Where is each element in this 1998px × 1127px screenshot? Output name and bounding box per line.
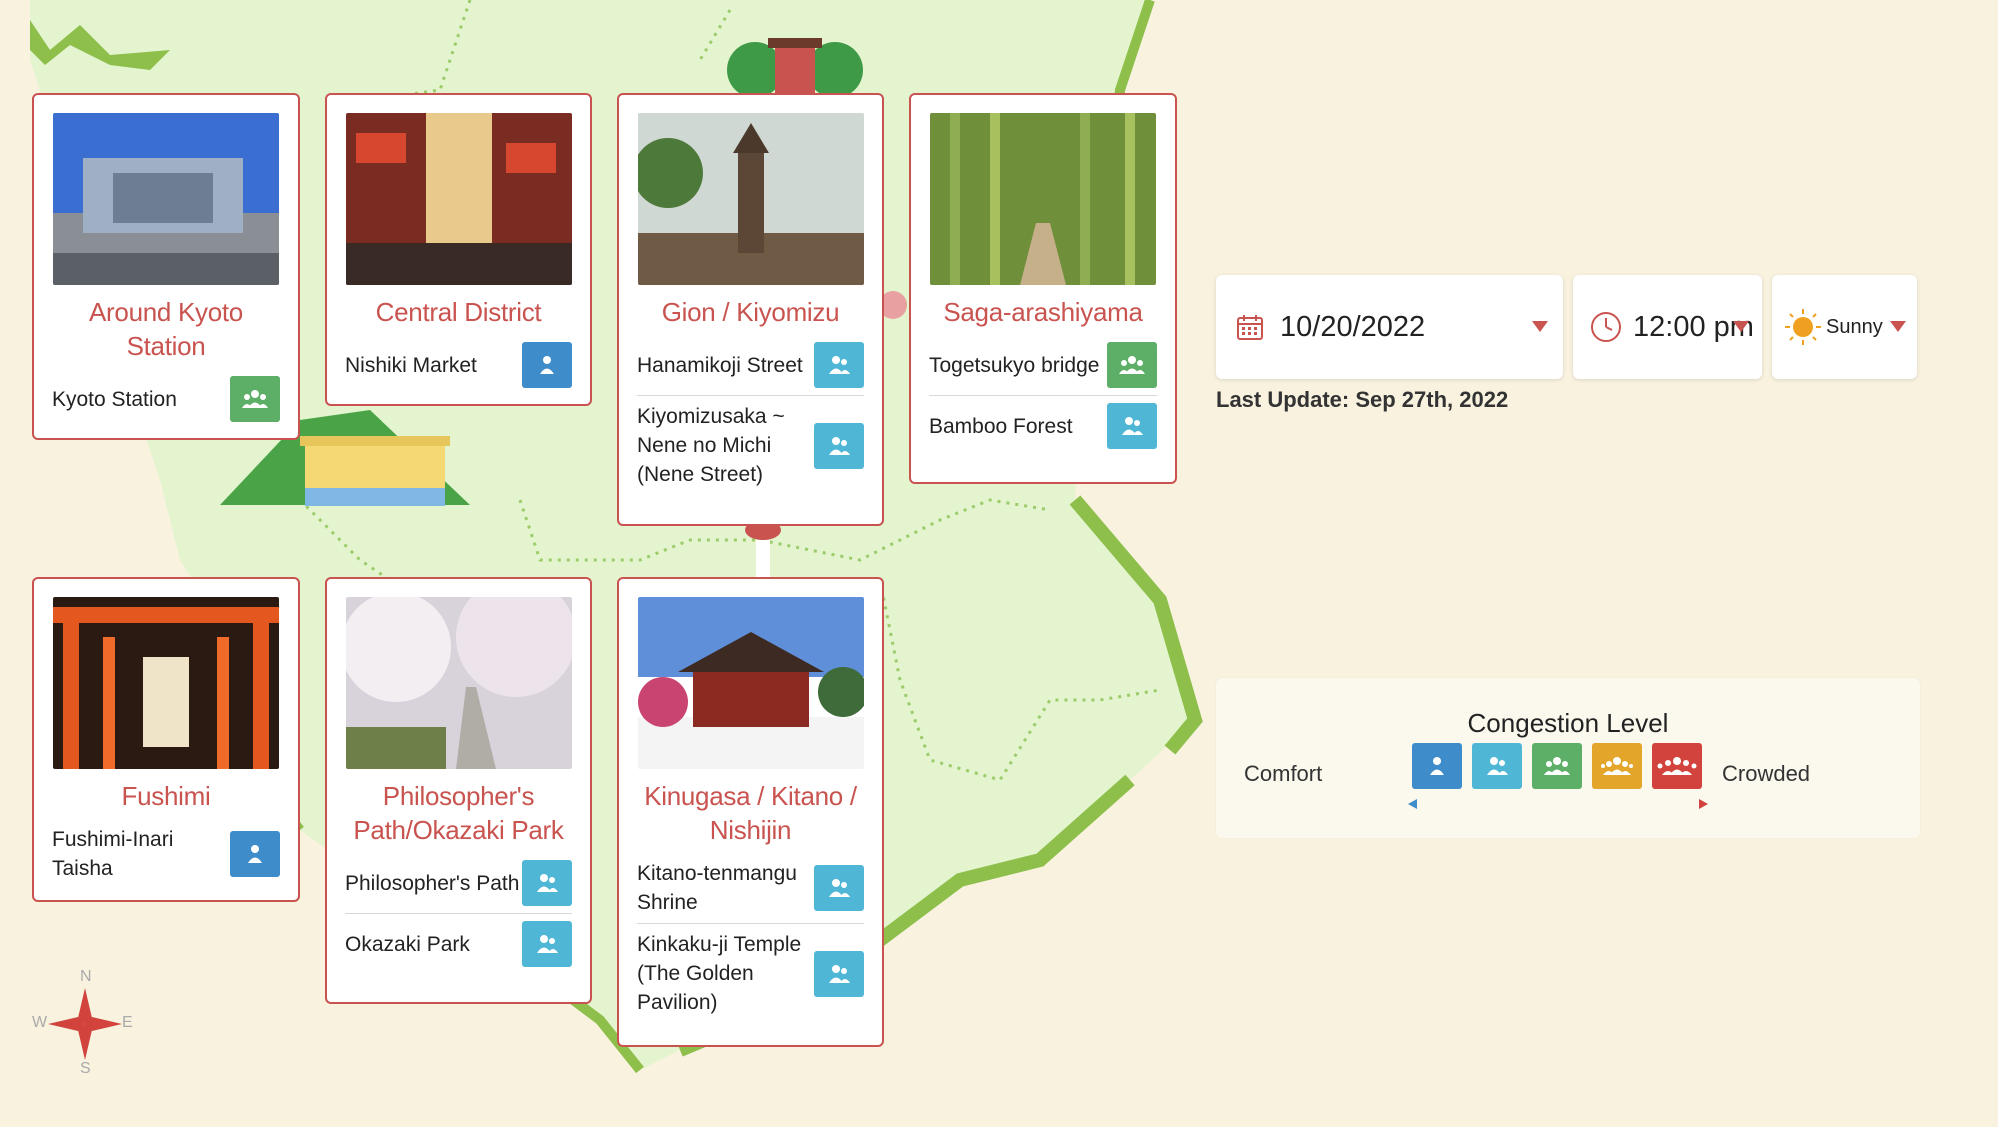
congestion-level-1-icon: [522, 342, 572, 388]
pagoda-photo: [637, 113, 864, 285]
compass-s-label: S: [80, 1060, 91, 1077]
weather-value: Sunny: [1826, 315, 1883, 338]
chevron-down-icon: [1890, 321, 1906, 332]
congestion-level-4-icon: [1592, 743, 1642, 789]
area-title: Kinugasa / Kitano / Nishijin: [644, 781, 857, 845]
spot-row[interactable]: Fushimi-Inari Taisha: [52, 819, 280, 889]
congestion-level-2-icon: [522, 921, 572, 967]
spot-name: Kyoto Station: [52, 387, 177, 411]
congestion-level-2-icon: [1107, 403, 1157, 449]
spot-name: Fushimi-Inari Taisha: [52, 828, 174, 880]
shrine-photo: [637, 597, 864, 769]
weather-picker[interactable]: Sunny: [1772, 275, 1917, 379]
area-title: Around Kyoto Station: [89, 297, 243, 361]
congestion-level-5-icon: [1652, 743, 1702, 789]
congestion-level-3-icon: [1532, 743, 1582, 789]
spot-row[interactable]: Bamboo Forest: [929, 395, 1157, 456]
congestion-level-1-icon: [230, 831, 280, 877]
legend-crowded-label: Crowded: [1722, 761, 1811, 786]
congestion-level-2-icon: [814, 865, 864, 911]
calendar-icon: [1237, 315, 1263, 340]
cherry-blossom-photo: [345, 597, 572, 769]
clock-icon: [1591, 312, 1621, 342]
spot-name: Kiyomizusaka ~ Nene no Michi (Nene Stree…: [637, 405, 785, 486]
area-title: Gion / Kiyomizu: [661, 297, 840, 327]
spot-row[interactable]: Kyoto Station: [52, 369, 280, 429]
sun-icon: [1785, 309, 1821, 345]
area-card-central-district[interactable]: Central District Nishiki Market: [325, 93, 592, 406]
chevron-down-icon: [1532, 321, 1548, 332]
congestion-level-3-icon: [230, 376, 280, 422]
spot-name: Nishiki Market: [345, 353, 477, 377]
congestion-level-2-icon: [814, 422, 864, 469]
kyoto-station-photo: [53, 113, 279, 285]
fushimi-inari-photo: [53, 597, 279, 769]
nishiki-market-photo: [345, 113, 572, 285]
compass-rose: N S W E: [30, 968, 140, 1080]
spot-name: Okazaki Park: [345, 932, 470, 956]
legend-comfort-label: Comfort: [1244, 761, 1323, 786]
congestion-level-1-icon: [1412, 743, 1462, 789]
spot-name: Togetsukyo bridge: [929, 353, 1100, 377]
congestion-level-2-icon: [1472, 743, 1522, 789]
compass-n-label: N: [80, 968, 92, 985]
area-title: Philosopher's Path/Okazaki Park: [353, 781, 564, 845]
spot-row[interactable]: Kiyomizusaka ~ Nene no Michi (Nene Stree…: [637, 395, 864, 495]
time-picker[interactable]: 12:00 pm: [1573, 275, 1762, 379]
congestion-legend: Congestion Level Comfort Crowded: [1216, 678, 1920, 838]
date-value: 10/20/2022: [1280, 310, 1426, 343]
spot-name: Bamboo Forest: [929, 414, 1073, 438]
spot-name: Philosopher's Path: [345, 871, 520, 895]
spot-row[interactable]: Philosopher's Path: [345, 853, 572, 913]
legend-title: Congestion Level: [1467, 708, 1669, 738]
spot-name: Kitano-tenmangu Shrine: [637, 862, 797, 914]
spot-row[interactable]: Hanamikoji Street: [637, 335, 864, 395]
chevron-down-icon: [1733, 321, 1749, 332]
compass-w-label: W: [32, 1014, 48, 1031]
congestion-level-3-icon: [1107, 342, 1157, 388]
congestion-level-2-icon: [814, 950, 864, 997]
spot-row[interactable]: Okazaki Park: [345, 913, 572, 974]
last-update-text: Last Update: Sep 27th, 2022: [1216, 387, 1509, 412]
area-card-philosophers-path[interactable]: Philosopher's Path/Okazaki Park Philosop…: [325, 577, 592, 1004]
area-title: Central District: [375, 297, 542, 327]
spot-row[interactable]: Togetsukyo bridge: [929, 335, 1157, 395]
spot-row[interactable]: Kitano-tenmangu Shrine: [637, 853, 864, 923]
spot-name: Kinkaku-ji Temple (The Golden Pavilion): [637, 933, 802, 1014]
congestion-level-2-icon: [814, 342, 864, 388]
bamboo-forest-photo: [930, 113, 1156, 285]
compass-e-label: E: [122, 1014, 133, 1031]
area-card-saga-arashiyama[interactable]: Saga-arashiyama Togetsukyo bridge Bamboo…: [909, 93, 1177, 484]
spot-row[interactable]: Kinkaku-ji Temple (The Golden Pavilion): [637, 923, 864, 1023]
area-title: Saga-arashiyama: [943, 297, 1143, 327]
spot-name: Hanamikoji Street: [637, 353, 803, 377]
congestion-level-2-icon: [522, 860, 572, 906]
area-card-fushimi[interactable]: Fushimi Fushimi-Inari Taisha: [32, 577, 300, 902]
area-title: Fushimi: [121, 781, 211, 811]
area-card-kinugasa-kitano[interactable]: Kinugasa / Kitano / Nishijin Kitano-tenm…: [617, 577, 884, 1047]
date-picker[interactable]: 10/20/2022: [1216, 275, 1563, 379]
area-card-gion-kiyomizu[interactable]: Gion / Kiyomizu Hanamikoji Street Kiyomi…: [617, 93, 884, 526]
legend-scale-arrow-icon: [1408, 799, 1708, 809]
area-card-kyoto-station[interactable]: Around Kyoto Station Kyoto Station: [32, 93, 300, 440]
spot-row[interactable]: Nishiki Market: [345, 335, 572, 395]
